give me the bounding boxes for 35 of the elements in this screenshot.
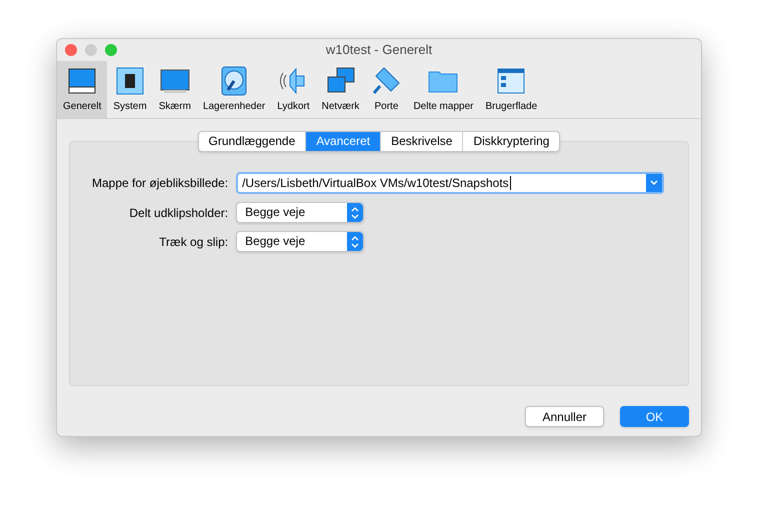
toolbar-tab[interactable]: Lagerenheder (196, 61, 272, 118)
chevron-down-icon (646, 174, 662, 192)
window-title: w10test - Generelt (326, 41, 432, 60)
toolbar-tab[interactable]: Generelt (57, 61, 108, 118)
tab[interactable]: Diskkryptering (462, 132, 560, 151)
up-down-arrows-icon (347, 232, 364, 251)
toolbar-tab[interactable]: Lydkort (271, 61, 316, 118)
path-text: /Users/Lisbeth/VirtualBox VMs/w10test/Snapshots (242, 175, 509, 192)
minimize-button[interactable] (85, 44, 97, 56)
network-icon (326, 66, 356, 96)
monitor-icon (67, 66, 98, 96)
field-label: Mappe for øjebliksbillede: (92, 175, 228, 192)
up-down-arrows-icon (347, 203, 364, 222)
tab[interactable]: Beskrivelse (380, 132, 462, 151)
window-icon (496, 66, 526, 96)
ok-button[interactable]: OK (620, 406, 689, 427)
tab[interactable]: Grundlæggende (198, 132, 306, 151)
connector-icon (371, 66, 402, 96)
toolbar-tab[interactable]: Netværk (316, 61, 366, 118)
field-label: Delt udklipsholder: (128, 204, 228, 222)
cancel-button[interactable]: Annuller (525, 406, 604, 427)
toolbar-tab[interactable]: Porte (365, 61, 408, 118)
tab[interactable]: Avanceret (305, 132, 380, 151)
popup-button[interactable]: Begge veje (236, 231, 364, 252)
zoom-button[interactable] (105, 44, 117, 56)
toolbar-tab[interactable]: System (107, 61, 153, 118)
text-cursor (510, 176, 511, 190)
toolbar-tab[interactable]: Brugerflade (479, 61, 544, 118)
toolbar-tab[interactable]: Skærm (152, 61, 197, 118)
field-label: Træk og slip: (158, 234, 228, 250)
close-button[interactable] (65, 44, 77, 56)
chip-icon (115, 66, 146, 96)
popup-button[interactable]: Begge veje (236, 202, 364, 223)
path-combo-field[interactable]: /Users/Lisbeth/VirtualBox VMs/w10test/Snapshots (236, 172, 664, 194)
toolbar-tab[interactable]: Delte mapper (407, 61, 480, 118)
